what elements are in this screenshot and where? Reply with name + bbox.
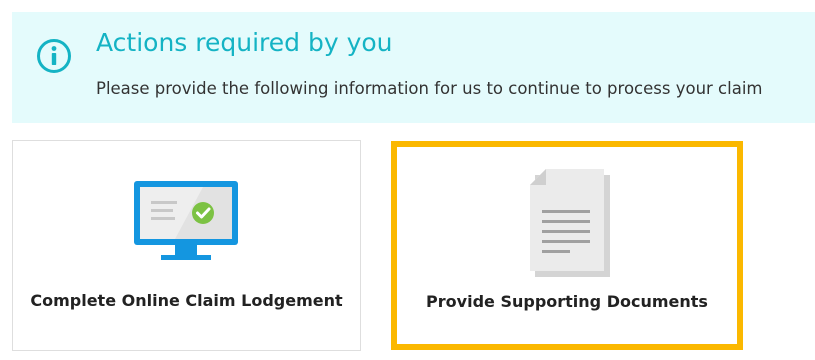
provide-supporting-documents-label: Provide Supporting Documents xyxy=(426,292,708,311)
document-icon xyxy=(530,169,610,277)
complete-online-claim-lodgement-label: Complete Online Claim Lodgement xyxy=(30,291,343,310)
banner-title: Actions required by you xyxy=(96,28,393,57)
info-icon xyxy=(37,39,71,73)
banner-subtitle: Please provide the following information… xyxy=(96,79,763,98)
provide-supporting-documents-card[interactable]: Provide Supporting Documents xyxy=(391,141,743,350)
complete-online-claim-lodgement-card[interactable]: Complete Online Claim Lodgement xyxy=(12,140,361,351)
monitor-check-icon xyxy=(134,181,238,260)
actions-required-banner: Actions required by you Please provide t… xyxy=(12,12,815,123)
